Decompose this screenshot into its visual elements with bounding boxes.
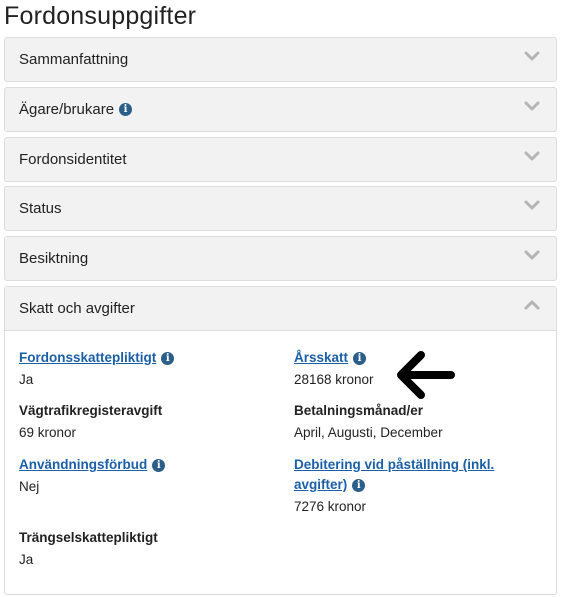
vagtrafikregisteravgift-value: 69 kronor bbox=[19, 425, 77, 440]
panel-title-wrap: Ägare/brukare i bbox=[19, 101, 133, 118]
info-icon[interactable]: i bbox=[353, 351, 367, 365]
chevron-down-icon bbox=[524, 200, 540, 210]
arrow-left-icon bbox=[397, 351, 455, 399]
panel-fordonsidentitet[interactable]: Fordonsidentitet bbox=[4, 137, 557, 182]
panel-header[interactable]: Status bbox=[5, 187, 556, 230]
panel-title: Besiktning bbox=[19, 250, 89, 267]
panel-status[interactable]: Status bbox=[4, 186, 557, 231]
panel-header[interactable]: Fordonsidentitet bbox=[5, 138, 556, 181]
anvandningsforbud-link[interactable]: Användningsförbud bbox=[19, 455, 147, 475]
betalningsmanad-value: April, Augusti, December bbox=[294, 425, 443, 440]
arsskatt-link[interactable]: Årsskatt bbox=[294, 348, 348, 368]
page-title: Fordonsuppgifter bbox=[4, 2, 197, 30]
field-arsskatt: Årsskatt i 28168 kronor bbox=[294, 348, 374, 390]
debitering-link-line2[interactable]: avgifter) bbox=[294, 475, 347, 495]
panel-title: Sammanfattning bbox=[19, 51, 129, 68]
info-icon[interactable]: i bbox=[119, 103, 133, 116]
info-icon[interactable]: i bbox=[152, 458, 166, 472]
field-trangselskattepliktigt: Trängselskattepliktigt Ja bbox=[19, 528, 158, 570]
field-debitering: Debitering vid påställning (inkl. avgift… bbox=[294, 455, 494, 517]
fordonsskattepliktigt-value: Ja bbox=[19, 372, 34, 387]
field-fordonsskattepliktigt: Fordonsskattepliktigt i Ja bbox=[19, 348, 175, 390]
chevron-down-icon bbox=[524, 51, 540, 61]
vagtrafikregisteravgift-label: Vägtrafikregisteravgift bbox=[19, 403, 163, 418]
panel-title: Fordonsidentitet bbox=[19, 151, 127, 168]
betalningsmanad-label: Betalningsmånad/er bbox=[294, 403, 424, 418]
panel-skatt-och-avgifter: Skatt och avgifter Fordonsskattepliktigt… bbox=[4, 286, 557, 595]
panel-sammanfattning[interactable]: Sammanfattning bbox=[4, 37, 557, 82]
panel-body: Fordonsskattepliktigt i Ja Årsskatt i 28… bbox=[5, 331, 556, 594]
panel-header[interactable]: Sammanfattning bbox=[5, 38, 556, 81]
panel-title: Ägare/brukare bbox=[19, 101, 115, 118]
trangselskattepliktigt-label: Trängselskattepliktigt bbox=[19, 530, 158, 545]
chevron-down-icon bbox=[524, 250, 540, 260]
chevron-up-icon bbox=[524, 300, 540, 310]
panel-header[interactable]: Ägare/brukare i bbox=[5, 88, 556, 131]
field-betalningsmanad: Betalningsmånad/er April, Augusti, Decem… bbox=[294, 401, 443, 443]
panel-title: Skatt och avgifter bbox=[19, 300, 135, 317]
panel-besiktning[interactable]: Besiktning bbox=[4, 236, 557, 281]
anvandningsforbud-value: Nej bbox=[19, 479, 40, 494]
panel-title: Status bbox=[19, 200, 62, 217]
debitering-link-line1[interactable]: Debitering vid påställning (inkl. bbox=[294, 455, 494, 475]
chevron-down-icon bbox=[524, 151, 540, 161]
info-icon[interactable]: i bbox=[161, 351, 175, 365]
chevron-down-icon bbox=[524, 101, 540, 111]
trangselskattepliktigt-value: Ja bbox=[19, 552, 34, 567]
fordonsskattepliktigt-link[interactable]: Fordonsskattepliktigt bbox=[19, 348, 156, 368]
panel-agare-brukare[interactable]: Ägare/brukare i bbox=[4, 87, 557, 132]
info-icon[interactable]: i bbox=[352, 478, 366, 492]
panel-header[interactable]: Skatt och avgifter bbox=[5, 287, 556, 331]
field-anvandningsforbud: Användningsförbud i Nej bbox=[19, 455, 166, 497]
panel-header[interactable]: Besiktning bbox=[5, 237, 556, 280]
debitering-value: 7276 kronor bbox=[294, 499, 367, 514]
field-vagtrafikregisteravgift: Vägtrafikregisteravgift 69 kronor bbox=[19, 401, 162, 443]
arsskatt-value: 28168 kronor bbox=[294, 372, 374, 387]
